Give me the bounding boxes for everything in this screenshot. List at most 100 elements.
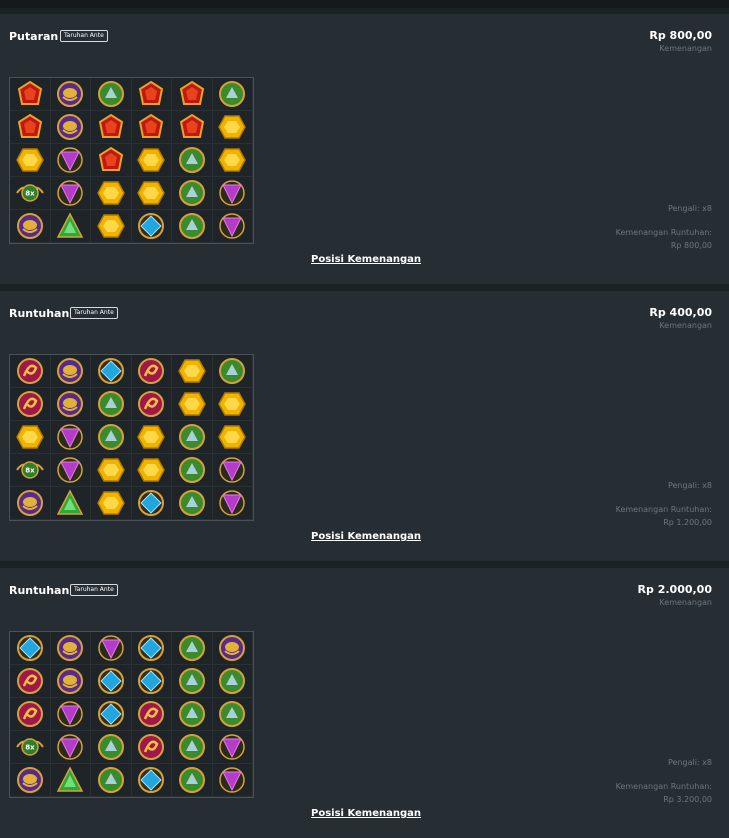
reel-cell	[10, 632, 51, 665]
reel-cell	[212, 632, 253, 665]
win-amount: Rp 2.000,00	[637, 583, 712, 596]
reel-cell: 8x	[10, 454, 51, 487]
blue-diamond-gem-icon	[97, 668, 124, 694]
red-gem-icon	[17, 113, 42, 138]
scarab-icon	[57, 81, 84, 107]
reel-cell	[10, 487, 51, 520]
svg-text:8x: 8x	[25, 190, 35, 198]
reel-cell	[131, 177, 172, 210]
reel-cell	[212, 487, 253, 520]
reel-cell	[172, 632, 213, 665]
purple-triangle-gem-icon	[219, 767, 245, 793]
winning-positions-link[interactable]: Posisi Kemenangan	[311, 531, 421, 542]
reel-cell	[91, 731, 132, 764]
green-orb-icon	[178, 767, 205, 793]
reel-cell	[91, 665, 132, 698]
reel-cell	[172, 487, 213, 520]
svg-text:8x: 8x	[25, 744, 35, 752]
red-gem-icon	[98, 113, 123, 138]
cascade-win-value: Rp 800,00	[670, 241, 712, 250]
reel-cell	[91, 177, 132, 210]
green-orb-icon	[219, 358, 246, 384]
reel-cell: 8x	[10, 177, 51, 210]
reel-cell	[172, 665, 213, 698]
reel-cell	[172, 144, 213, 177]
yellow-hexagon-gem-icon	[96, 458, 125, 482]
win-amount: Rp 800,00	[649, 29, 712, 42]
reel-cell	[172, 111, 213, 144]
reel-cell	[50, 698, 91, 731]
purple-triangle-gem-icon	[219, 457, 245, 483]
snake-amulet-icon	[16, 391, 43, 417]
reel-cell	[172, 177, 213, 210]
yellow-hexagon-gem-icon	[15, 148, 44, 172]
reel-cell	[91, 111, 132, 144]
reel-cell	[131, 111, 172, 144]
red-gem-icon	[17, 80, 42, 105]
reel-cell	[212, 388, 253, 421]
reel-cell	[131, 665, 172, 698]
reel-cell: 8x	[10, 731, 51, 764]
multiplier-text: Pengali: x8	[667, 204, 712, 213]
reel-cell	[172, 421, 213, 454]
scarab-icon	[57, 635, 84, 661]
reel-cell	[131, 698, 172, 731]
multiplier-text: Pengali: x8	[667, 758, 712, 767]
green-orb-icon	[178, 701, 205, 727]
purple-triangle-gem-icon	[57, 147, 83, 173]
green-orb-icon	[178, 668, 205, 694]
reel-cell	[212, 177, 253, 210]
green-orb-icon	[219, 668, 246, 694]
reel-cell	[212, 144, 253, 177]
multiplier-orb-icon: 8x	[15, 738, 44, 756]
yellow-hexagon-gem-icon	[218, 392, 247, 416]
yellow-hexagon-gem-icon	[137, 181, 166, 205]
green-orb-icon	[178, 180, 205, 206]
win-amount-label: Kemenangan	[659, 598, 712, 607]
green-triangle-gem-icon	[57, 489, 84, 515]
reel-cell	[10, 210, 51, 243]
reel-cell	[50, 764, 91, 797]
purple-triangle-gem-icon	[57, 180, 83, 206]
reel-cell	[131, 632, 172, 665]
yellow-hexagon-gem-icon	[137, 148, 166, 172]
reel-cell	[50, 355, 91, 388]
scarab-icon	[16, 213, 43, 239]
cascade-win-label: Kemenangan Runtuhan:	[615, 228, 712, 237]
win-amount: Rp 400,00	[649, 306, 712, 319]
reel-cell	[50, 144, 91, 177]
reel-cell	[212, 764, 253, 797]
reel-cell	[91, 764, 132, 797]
svg-text:8x: 8x	[25, 467, 35, 475]
winning-positions-link[interactable]: Posisi Kemenangan	[311, 808, 421, 819]
reel-cell	[91, 78, 132, 111]
green-orb-icon	[97, 424, 124, 450]
purple-triangle-gem-icon	[219, 213, 245, 239]
green-triangle-gem-icon	[57, 766, 84, 792]
reel-grid: 8x	[9, 77, 254, 244]
reel-cell	[10, 78, 51, 111]
reel-cell	[131, 421, 172, 454]
reel-cell	[91, 355, 132, 388]
reel-cell	[212, 111, 253, 144]
red-gem-icon	[179, 113, 204, 138]
cascade-win-value: Rp 3.200,00	[663, 795, 712, 804]
yellow-hexagon-gem-icon	[96, 491, 125, 515]
reel-cell	[172, 388, 213, 421]
reel-cell	[50, 487, 91, 520]
reel-cell	[212, 454, 253, 487]
winning-positions-link[interactable]: Posisi Kemenangan	[311, 254, 421, 265]
reel-cell	[10, 698, 51, 731]
reel-cell	[172, 78, 213, 111]
blue-diamond-gem-icon	[97, 358, 124, 384]
multiplier-orb-icon: 8x	[15, 184, 44, 202]
round-card-cascade-2: Runtuhan Taruhan Ante Rp 2.000,00 Kemena…	[0, 568, 729, 838]
green-orb-icon	[178, 635, 205, 661]
round-title: Runtuhan	[9, 307, 70, 320]
reel-cell	[91, 144, 132, 177]
reel-cell	[212, 731, 253, 764]
reel-cell	[172, 355, 213, 388]
purple-triangle-gem-icon	[57, 424, 83, 450]
snake-amulet-icon	[16, 701, 43, 727]
reel-cell	[91, 388, 132, 421]
